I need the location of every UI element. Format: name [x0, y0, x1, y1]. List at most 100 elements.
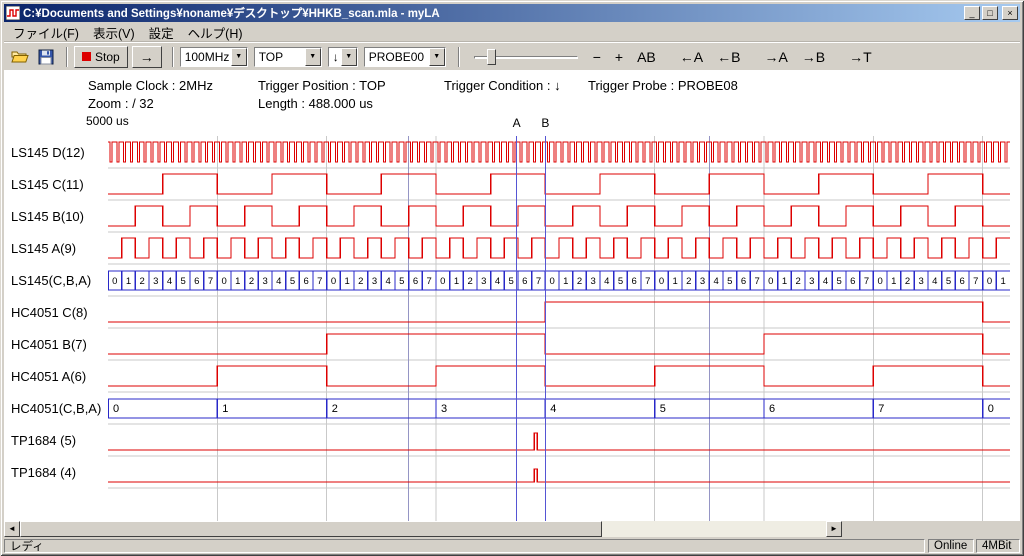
toolbar-separator: [66, 47, 68, 67]
bus-value-label: 2: [577, 276, 582, 287]
bus-value-label: 6: [522, 276, 527, 287]
cursor-a-label: A: [513, 116, 521, 130]
maximize-icon: □: [987, 9, 992, 18]
bus-value-label: 0: [988, 403, 994, 415]
chevron-down-icon[interactable]: ▼: [305, 48, 321, 66]
sample-clock-readout: Sample Clock : 2MHz: [88, 78, 213, 93]
zoom-readout: Zoom : / 32: [88, 96, 154, 111]
menu-bar: ファイル(F) 表示(V) 設定 ヘルプ(H): [4, 23, 1020, 42]
bus-value-label: 3: [441, 403, 447, 415]
chevron-down-icon[interactable]: ▼: [341, 48, 357, 66]
app-window: C:¥Documents and Settings¥noname¥デスクトップ¥…: [0, 0, 1024, 556]
bus-value-label: 4: [386, 276, 391, 287]
bus-value-label: 1: [891, 276, 896, 287]
minimize-button[interactable]: _: [964, 6, 980, 20]
scroll-right-icon: ►: [830, 525, 838, 533]
channel-label: HC4051(C,B,A): [11, 401, 101, 416]
maximize-button[interactable]: □: [982, 6, 998, 20]
waveform-canvas[interactable]: 0123456701234567012345670123456701234567…: [108, 136, 1010, 521]
bus-value-label: 3: [700, 276, 705, 287]
scrollbar-thumb[interactable]: [20, 521, 602, 537]
floppy-icon: [38, 49, 54, 65]
chevron-down-icon[interactable]: ▼: [429, 48, 445, 66]
window-title: C:¥Documents and Settings¥noname¥デスクトップ¥…: [23, 5, 964, 21]
channel-label: HC4051 A(6): [11, 369, 86, 384]
bus-value-label: 5: [181, 276, 186, 287]
bus-value-label: 6: [741, 276, 746, 287]
menu-settings[interactable]: 設定: [142, 21, 181, 44]
channel-label: LS145 A(9): [11, 241, 76, 256]
bus-value-label: 0: [222, 276, 227, 287]
bus-value-label: 0: [440, 276, 445, 287]
stop-label: Stop: [95, 50, 120, 64]
trigger-edge-combo[interactable]: ↓ ▼: [328, 47, 358, 67]
bus-value-label: 4: [276, 276, 281, 287]
bus-value-label: 2: [686, 276, 691, 287]
status-online-badge: Online: [928, 539, 974, 553]
move-a-right-button[interactable]: →A: [759, 48, 792, 66]
scroll-left-button[interactable]: ◄: [4, 521, 20, 537]
bus-value-label: 0: [878, 276, 883, 287]
bus-value-label: 7: [878, 403, 884, 415]
status-bar: レディ Online 4MBit: [4, 539, 1020, 553]
bus-value-label: 7: [973, 276, 978, 287]
bus-value-label: 1: [563, 276, 568, 287]
bus-value-label: 7: [755, 276, 760, 287]
move-b-left-button[interactable]: ←B: [712, 48, 745, 66]
bus-value-label: 5: [618, 276, 623, 287]
bus-value-label: 0: [550, 276, 555, 287]
bus-value-label: 7: [317, 276, 322, 287]
bus-value-label: 6: [769, 403, 775, 415]
title-bar: C:¥Documents and Settings¥noname¥デスクトップ¥…: [4, 4, 1020, 22]
scroll-right-button[interactable]: ►: [826, 521, 842, 537]
channel-label: TP1684 (5): [11, 433, 76, 448]
move-a-left-button[interactable]: ←A: [675, 48, 708, 66]
zoom-in-button[interactable]: +: [610, 48, 628, 66]
bus-value-label: 7: [427, 276, 432, 287]
menu-view[interactable]: 表示(V): [86, 21, 142, 44]
folder-open-icon: [11, 49, 29, 65]
bus-value-label: 6: [632, 276, 637, 287]
bus-value-label: 5: [727, 276, 732, 287]
channel-label: LS145 B(10): [11, 209, 84, 224]
trigger-position-readout: Trigger Position : TOP: [258, 78, 386, 93]
zoom-slider[interactable]: [474, 46, 578, 68]
bus-value-label: 2: [140, 276, 145, 287]
trigger-probe-readout: Trigger Probe : PROBE08: [588, 78, 738, 93]
status-message: レディ: [4, 539, 925, 553]
channel-label: HC4051 B(7): [11, 337, 87, 352]
channel-label: HC4051 C(8): [11, 305, 88, 320]
close-button[interactable]: ×: [1002, 6, 1018, 20]
chevron-down-icon[interactable]: ▼: [231, 48, 247, 66]
bus-value-label: 4: [167, 276, 172, 287]
bus-value-label: 0: [331, 276, 336, 287]
run-button[interactable]: →: [132, 46, 162, 68]
move-b-right-button[interactable]: →B: [797, 48, 830, 66]
bus-value-label: 0: [987, 276, 992, 287]
waveform-workarea: Sample Clock : 2MHz Trigger Position : T…: [4, 70, 1020, 521]
sample-clock-combo[interactable]: 100MHz ▼: [180, 47, 248, 67]
save-button[interactable]: [34, 46, 58, 68]
zoom-out-button[interactable]: −: [588, 48, 606, 66]
toolbar: Stop → 100MHz ▼ TOP ▼ ↓ ▼ PROBE00 ▼ − + …: [4, 42, 1020, 70]
menu-help[interactable]: ヘルプ(H): [181, 21, 250, 44]
zoom-slider-thumb[interactable]: [487, 49, 496, 65]
horizontal-scrollbar[interactable]: ◄ ►: [4, 521, 842, 537]
bus-value-label: 0: [113, 403, 119, 415]
stop-button[interactable]: Stop: [74, 46, 128, 68]
ab-cursors-button[interactable]: AB: [632, 48, 661, 66]
channel-label: TP1684 (4): [11, 465, 76, 480]
scrollbar-filler: [842, 521, 1020, 537]
toolbar-separator: [172, 47, 174, 67]
bus-value-label: 6: [960, 276, 965, 287]
channel-label: LS145(C,B,A): [11, 273, 91, 288]
bus-value-label: 1: [782, 276, 787, 287]
goto-trigger-button[interactable]: →T: [844, 48, 877, 66]
bus-value-label: 4: [604, 276, 609, 287]
trigger-position-combo[interactable]: TOP ▼: [254, 47, 322, 67]
trigger-probe-combo[interactable]: PROBE00 ▼: [364, 47, 446, 67]
menu-file[interactable]: ファイル(F): [6, 21, 86, 44]
bus-value-label: 1: [222, 403, 228, 415]
open-file-button[interactable]: [8, 46, 32, 68]
bus-value-label: 7: [208, 276, 213, 287]
